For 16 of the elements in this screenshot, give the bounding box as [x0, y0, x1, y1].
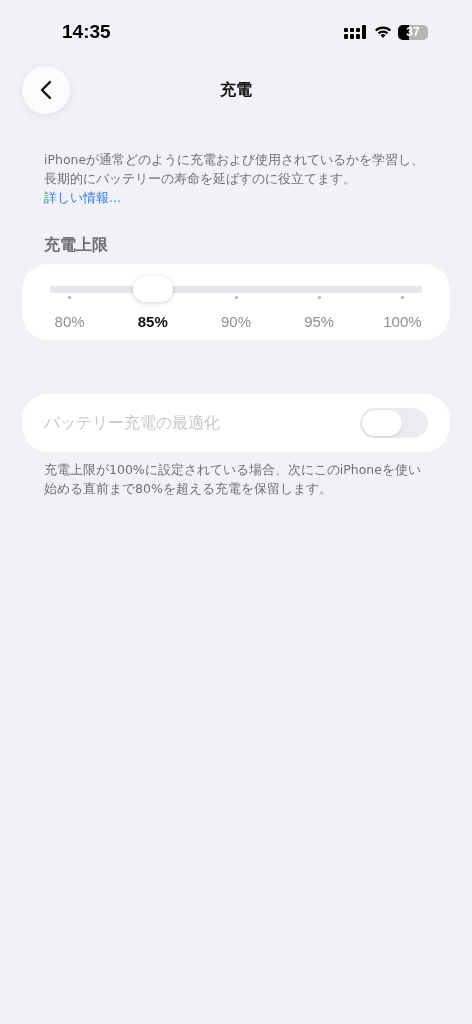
stop-label[interactable]: 100% [383, 313, 422, 330]
footer-text: 充電上限が100%に設定されている場合、次にこのiPhoneを使い始める直前まで80%を超える充電を保留します。 [44, 461, 422, 498]
chevron-left-icon [40, 80, 52, 100]
status-time: 14:35 [62, 21, 111, 43]
page-title: 充電 [220, 79, 252, 101]
stop-label[interactable]: 90% [221, 313, 251, 330]
signal-icon [344, 25, 368, 39]
slider-thumb[interactable] [133, 276, 173, 302]
back-button[interactable] [22, 66, 70, 114]
stop-label[interactable]: 85% [137, 313, 168, 330]
stop-label[interactable]: 80% [54, 313, 85, 330]
stop-label[interactable]: 95% [304, 313, 335, 330]
learn-more-link[interactable]: 詳しい情報... [44, 190, 121, 205]
wifi-icon [374, 25, 392, 39]
intro-text: iPhoneが通常どのように充電および使用されているかを学習し、長期的にバッテリーの寿命を延ばすのに役立てます。 詳しい情報... [44, 151, 426, 207]
section-header: 充電上限 [44, 235, 109, 256]
